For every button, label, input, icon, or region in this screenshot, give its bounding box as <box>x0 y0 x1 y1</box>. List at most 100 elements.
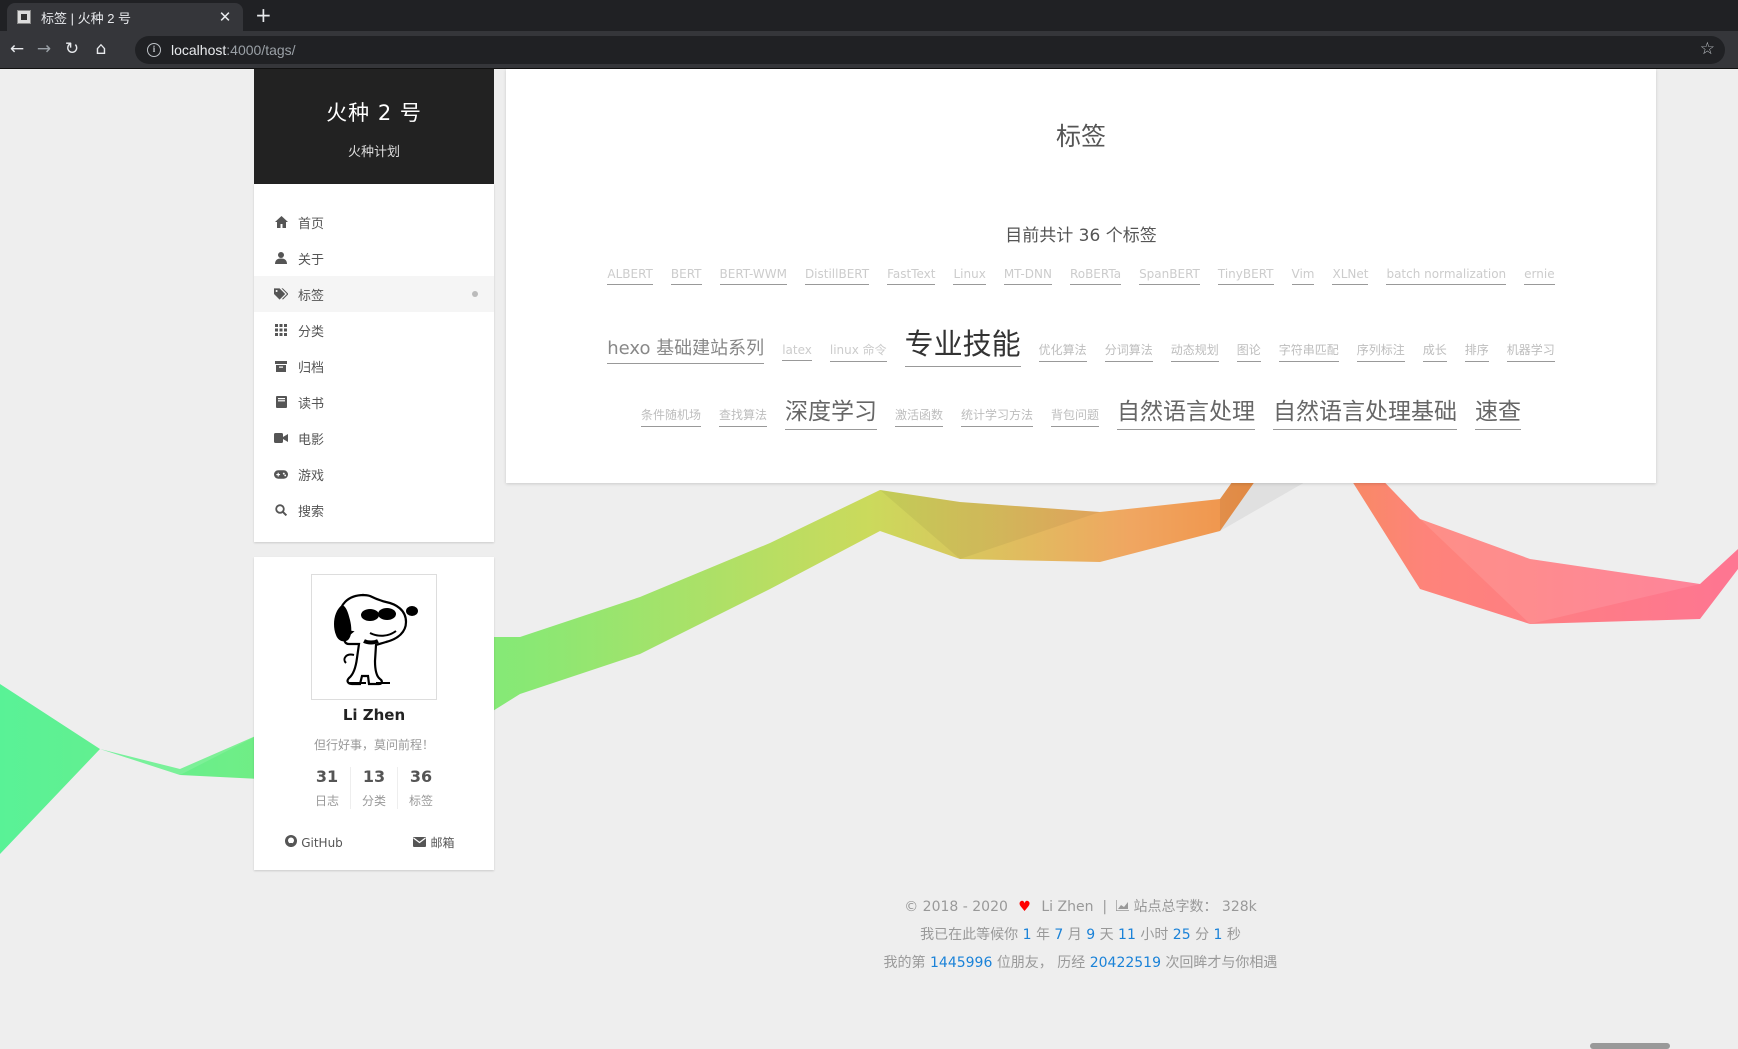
tag-link[interactable]: FastText <box>887 267 936 285</box>
words-value: 328k <box>1221 899 1257 915</box>
tag-link[interactable]: DistillBERT <box>804 267 870 285</box>
page-scrollbar[interactable] <box>1590 1043 1670 1049</box>
author-description: 但行好事，莫问前程！ <box>313 738 434 752</box>
menu-item-categories[interactable]: 分类 <box>254 312 494 348</box>
visitor-mid: 位朋友， 历经 <box>996 955 1086 971</box>
stat-count: 13 <box>362 767 386 786</box>
main-menu: 首页 关于 标签 分类 归档 读书 电影 游戏 搜索 <box>254 184 494 542</box>
visitor-prefix: 我的第 <box>883 955 926 971</box>
menu-label: 标签 <box>298 288 325 304</box>
runtime-unit: 月 <box>1067 927 1082 943</box>
tag-link[interactable]: 分词算法 <box>1104 341 1153 362</box>
search-icon <box>274 503 288 517</box>
new-tab-button[interactable]: + <box>255 3 272 27</box>
tag-link[interactable]: RoBERTa <box>1069 267 1122 285</box>
url-path: :4000/tags/ <box>226 42 296 58</box>
tag-link[interactable]: XLNet <box>1332 267 1369 285</box>
footer-separator: | <box>1102 899 1108 915</box>
menu-label: 关于 <box>298 252 325 268</box>
menu-item-archives[interactable]: 归档 <box>254 348 494 384</box>
runtime-unit: 天 <box>1099 927 1114 943</box>
tag-link[interactable]: batch normalization <box>1386 267 1507 285</box>
tag-link[interactable]: 速查 <box>1475 392 1522 430</box>
tag-link[interactable]: 自然语言处理基础 <box>1273 392 1458 430</box>
tag-link[interactable]: 字符串匹配 <box>1278 341 1339 362</box>
tag-link[interactable]: ALBERT <box>607 267 653 285</box>
tag-link[interactable]: 排序 <box>1464 341 1489 362</box>
tag-link[interactable]: 序列标注 <box>1356 341 1405 362</box>
tag-link[interactable]: 条件随机场 <box>640 406 701 427</box>
tag-link[interactable]: BERT-WWM <box>719 267 787 285</box>
menu-item-books[interactable]: 读书 <box>254 384 494 420</box>
email-label: 邮箱 <box>430 836 455 850</box>
menu-item-about[interactable]: 关于 <box>254 240 494 276</box>
tag-link[interactable]: Linux <box>953 267 986 285</box>
tag-link[interactable]: latex <box>782 343 812 361</box>
github-label: GitHub <box>301 835 343 850</box>
close-tab-icon[interactable]: ✕ <box>217 8 233 26</box>
tab-title: 标签 | 火种 2 号 <box>41 10 132 26</box>
copyright: © 2018 - 2020 <box>904 899 1008 915</box>
tag-link[interactable]: 图论 <box>1236 341 1261 362</box>
words-label: 站点总字数： <box>1133 899 1218 915</box>
menu-label: 游戏 <box>298 468 325 484</box>
stat-label: 标签 <box>408 794 433 808</box>
tag-link[interactable]: 查找算法 <box>718 406 767 427</box>
menu-item-home[interactable]: 首页 <box>254 204 494 240</box>
address-bar[interactable]: i localhost:4000/tags/ ☆ <box>135 36 1725 64</box>
menu-item-movies[interactable]: 电影 <box>254 420 494 456</box>
browser-tabbar: 标签 | 火种 2 号 ✕ + <box>0 0 1738 31</box>
reload-icon[interactable]: ↻ <box>61 39 83 59</box>
tag-link[interactable]: 动态规划 <box>1170 341 1219 362</box>
tag-link[interactable]: 成长 <box>1422 341 1447 362</box>
stat-posts[interactable]: 31 日志 <box>304 767 350 809</box>
info-icon[interactable]: i <box>147 43 161 57</box>
tag-link[interactable]: MT-DNN <box>1003 267 1052 285</box>
tag-link[interactable]: ernie <box>1524 267 1555 285</box>
tag-link[interactable]: 统计学习方法 <box>961 406 1034 427</box>
tag-link[interactable]: 专业技能 <box>904 321 1021 367</box>
book-icon <box>274 395 288 409</box>
tag-link[interactable]: 激活函数 <box>894 406 943 427</box>
user-icon <box>274 251 288 265</box>
home-icon <box>274 215 288 229</box>
runtime-prefix: 我已在此等候你 <box>920 927 1019 943</box>
footer-copyright-line: © 2018 - 2020 ♥ Li Zhen | 站点总字数： 328k <box>494 893 1667 921</box>
gamepad-icon <box>274 467 288 481</box>
home-icon[interactable]: ⌂ <box>90 39 112 59</box>
footer-author: Li Zhen <box>1041 899 1094 915</box>
tag-link[interactable]: 优化算法 <box>1038 341 1087 362</box>
stat-tags[interactable]: 36 标签 <box>397 767 444 809</box>
tag-link[interactable]: Vim <box>1291 267 1315 285</box>
back-icon[interactable]: ← <box>6 39 28 59</box>
github-link[interactable]: GitHub <box>254 834 374 851</box>
site-footer: © 2018 - 2020 ♥ Li Zhen | 站点总字数： 328k 我已… <box>494 893 1667 977</box>
tag-cloud-row: 条件随机场 查找算法 深度学习 激活函数 统计学习方法 背包问题 自然语言处理 自然语言处理基… <box>506 392 1656 430</box>
author-name: Li Zhen <box>342 706 406 724</box>
menu-item-search[interactable]: 搜索 <box>254 492 494 528</box>
tag-link[interactable]: linux 命令 <box>829 341 887 362</box>
tag-link[interactable]: 深度学习 <box>784 392 877 430</box>
stat-categories[interactable]: 13 分类 <box>350 767 397 809</box>
menu-item-tags[interactable]: 标签 <box>254 276 494 312</box>
tag-link[interactable]: BERT <box>670 267 702 285</box>
tag-link[interactable]: 机器学习 <box>1506 341 1555 362</box>
tag-link[interactable]: SpanBERT <box>1139 267 1200 285</box>
forward-icon[interactable]: → <box>33 39 55 59</box>
tag-cloud-row: ALBERT BERT BERT-WWM DistillBERT FastText Lin… <box>506 263 1656 285</box>
tag-link[interactable]: TinyBERT <box>1217 267 1274 285</box>
runtime-number: 11 <box>1118 927 1136 943</box>
site-title[interactable]: 火种 2 号 <box>254 97 494 127</box>
site-brand[interactable]: 火种 2 号 火种计划 <box>254 69 494 184</box>
tag-link[interactable]: 自然语言处理 <box>1117 392 1256 430</box>
tag-link[interactable]: hexo 基础建站系列 <box>607 334 765 364</box>
email-link[interactable]: 邮箱 <box>374 834 494 851</box>
menu-item-games[interactable]: 游戏 <box>254 456 494 492</box>
browser-tab[interactable]: 标签 | 火种 2 号 ✕ <box>7 3 243 31</box>
bookmark-star-icon[interactable]: ☆ <box>1700 39 1715 59</box>
tag-link[interactable]: 背包问题 <box>1051 406 1100 427</box>
footer-visitor-line: 我的第 1445996 位朋友， 历经 20422519 次回眸才与你相遇 <box>494 949 1667 977</box>
menu-label: 读书 <box>298 396 325 412</box>
tags-icon <box>274 287 288 301</box>
runtime-number: 7 <box>1054 927 1064 943</box>
